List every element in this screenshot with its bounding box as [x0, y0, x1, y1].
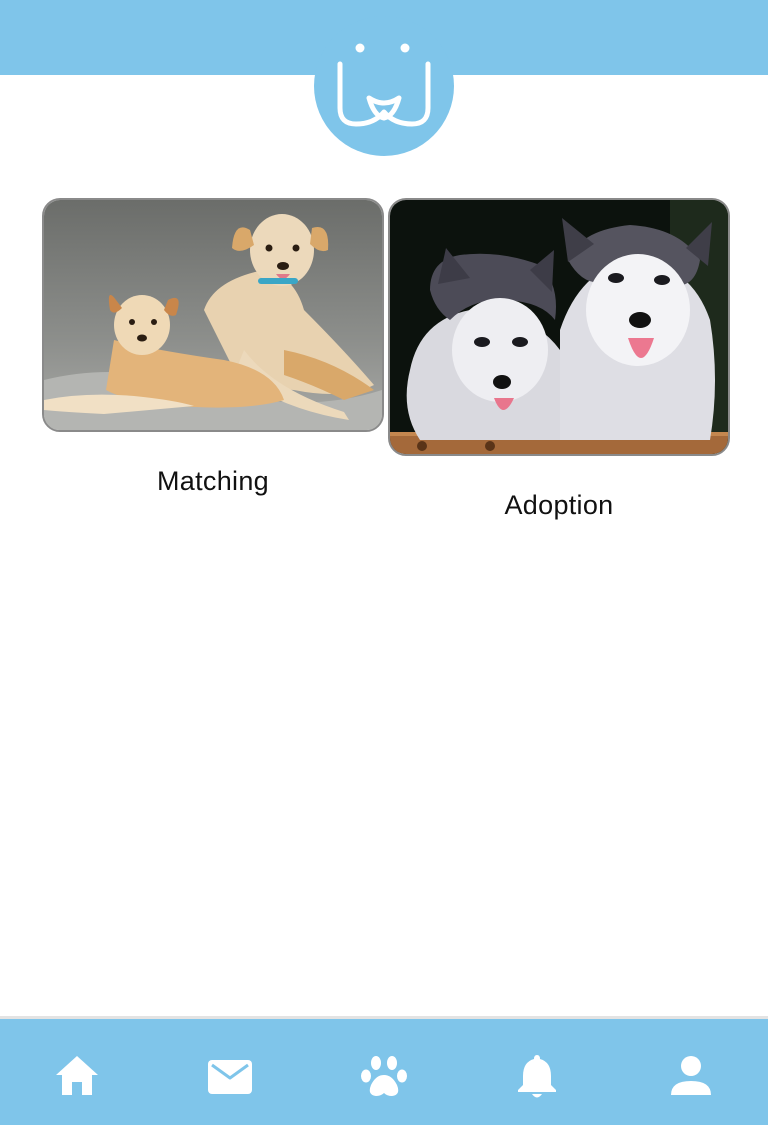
- nav-pets[interactable]: [359, 1051, 409, 1101]
- bell-icon: [518, 1055, 556, 1098]
- matching-card[interactable]: Matching: [42, 198, 384, 508]
- husky-puppies-photo[interactable]: [388, 198, 730, 456]
- adoption-label: Adoption: [504, 490, 614, 520]
- nav-notifications[interactable]: [512, 1051, 562, 1101]
- user-icon: [671, 1056, 711, 1095]
- nav-messages[interactable]: [205, 1051, 255, 1101]
- matching-label: Matching: [157, 466, 269, 496]
- two-dogs-photo[interactable]: [42, 198, 384, 432]
- paw-icon: [361, 1056, 407, 1096]
- home-icon: [56, 1056, 98, 1095]
- mail-icon: [208, 1060, 252, 1094]
- adoption-card[interactable]: Adoption: [388, 198, 730, 528]
- nav-home[interactable]: [52, 1051, 102, 1101]
- bottom-navigation: [0, 1016, 768, 1125]
- nav-profile[interactable]: [666, 1051, 716, 1101]
- dog-face-logo-icon: [314, 16, 454, 156]
